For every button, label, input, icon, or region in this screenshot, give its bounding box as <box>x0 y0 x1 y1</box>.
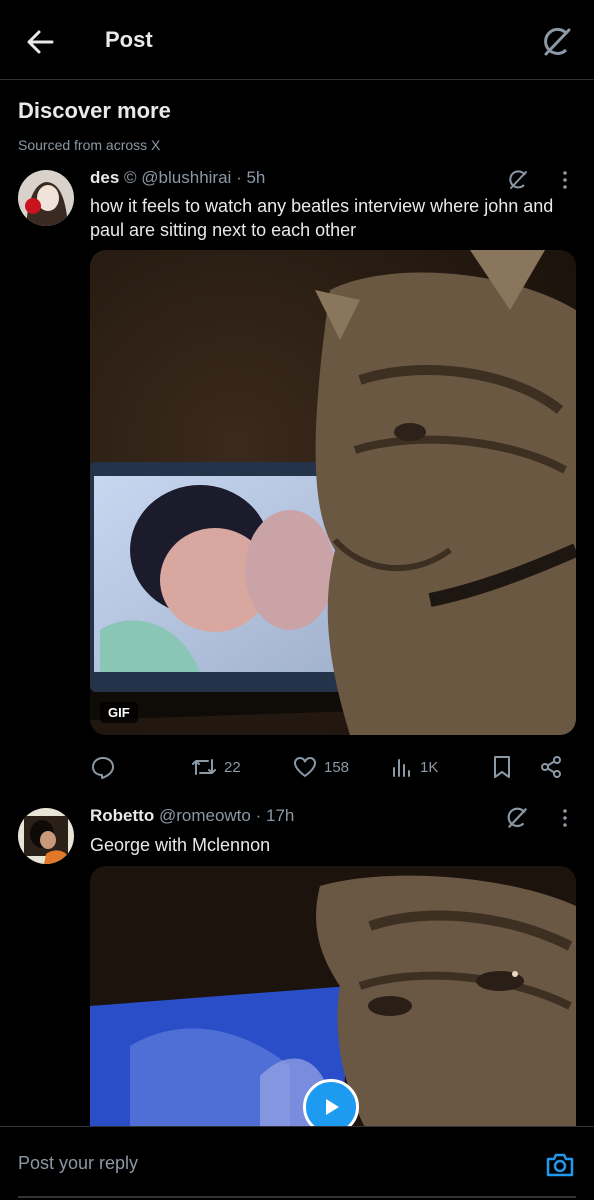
bottom-divider <box>18 1196 576 1198</box>
camera-button[interactable] <box>544 1149 576 1181</box>
reply-input[interactable]: Post your reply <box>18 1153 138 1174</box>
repost-button[interactable]: 22 <box>190 750 241 784</box>
author-handle[interactable]: @romeowto <box>159 806 251 825</box>
section-title: Discover more <box>18 98 171 123</box>
back-button[interactable] <box>22 24 58 60</box>
post-time: 5h <box>246 168 266 187</box>
views-button[interactable]: 1K <box>390 750 438 784</box>
post-text: George with Mclennon <box>90 835 271 855</box>
grok-icon <box>544 27 571 56</box>
post-media-gif[interactable]: GIF <box>90 250 576 735</box>
grok-icon[interactable] <box>504 805 530 831</box>
post-meta: des © @blushhirai · 5h <box>90 168 265 188</box>
bookmark-icon <box>494 756 510 778</box>
arrow-left-icon <box>27 30 54 54</box>
post-meta: Robetto @romeowto · 17h <box>90 806 294 826</box>
author-name[interactable]: des <box>90 168 119 187</box>
more-options-icon[interactable] <box>557 808 573 828</box>
gif-image <box>90 250 576 735</box>
top-bar: Post <box>0 0 594 80</box>
like-button[interactable]: 158 <box>292 750 349 784</box>
avatar[interactable] <box>18 808 74 864</box>
separator-dot: · <box>236 168 242 187</box>
reply-icon <box>92 757 114 779</box>
share-icon <box>541 756 561 778</box>
more-options-icon[interactable] <box>557 170 573 190</box>
author-name[interactable]: Robetto <box>90 806 154 825</box>
views-icon <box>393 759 410 777</box>
post-text: how it feels to watch any beatles interv… <box>90 196 554 240</box>
post-actions: 22 158 1K <box>90 750 576 784</box>
page-title: Post <box>105 27 153 52</box>
reply-composer: Post your reply <box>0 1126 594 1200</box>
author-handle[interactable]: @blushhirai <box>141 168 231 187</box>
camera-icon <box>546 1153 574 1177</box>
like-count: 158 <box>324 758 350 776</box>
avatar-image <box>18 808 74 864</box>
avatar-image <box>18 170 74 226</box>
repost-count: 22 <box>224 758 241 776</box>
author-emoji: © <box>124 168 137 187</box>
post-time: 17h <box>266 806 295 825</box>
views-count: 1K <box>420 758 439 776</box>
grok-icon[interactable] <box>506 168 530 192</box>
reply-button[interactable] <box>90 750 122 784</box>
bookmark-button[interactable] <box>490 750 514 784</box>
grok-button[interactable] <box>536 22 576 62</box>
repost-icon <box>192 759 216 775</box>
section-subtitle: Sourced from across X <box>18 137 161 153</box>
play-icon <box>326 1099 339 1115</box>
heart-icon <box>294 757 316 777</box>
gif-badge: GIF <box>100 702 138 723</box>
post-media-video[interactable] <box>90 866 576 1166</box>
separator-dot: · <box>255 806 262 825</box>
avatar[interactable] <box>18 170 74 226</box>
share-button[interactable] <box>538 750 564 784</box>
